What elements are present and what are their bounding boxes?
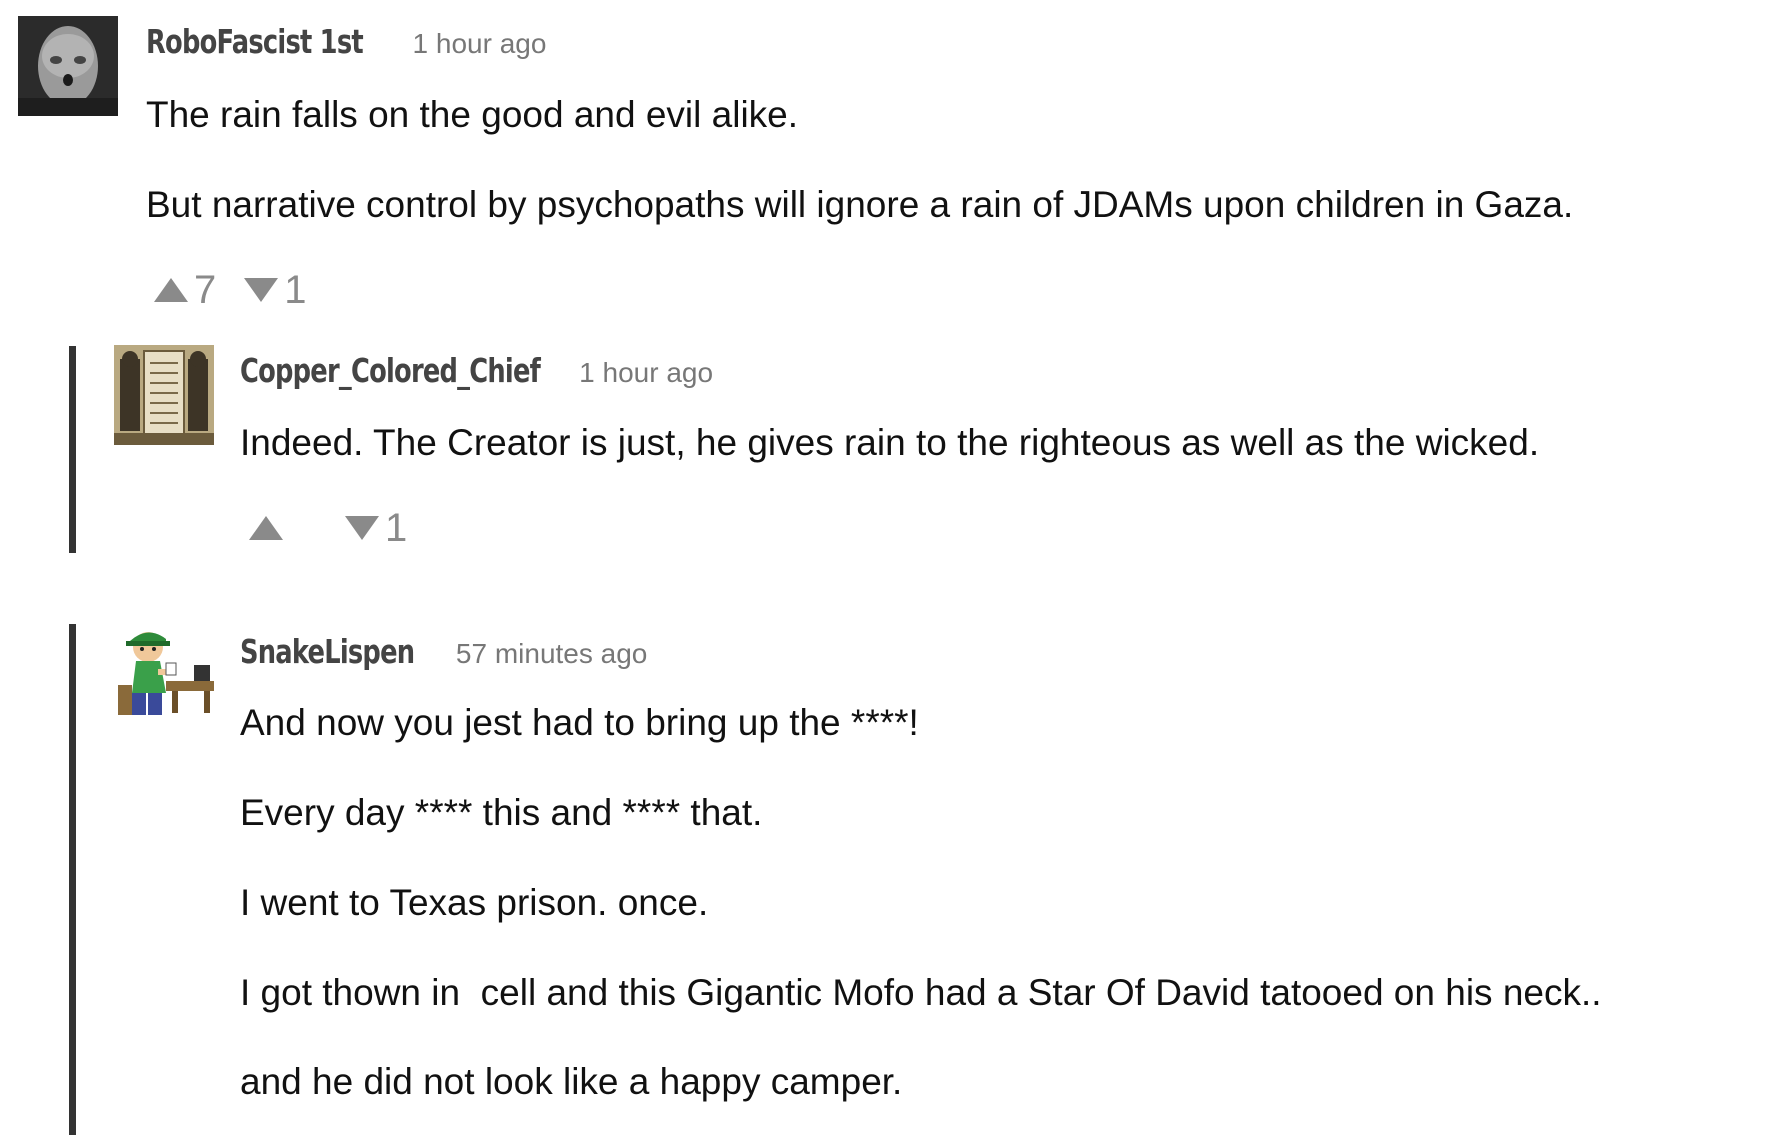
comment-paragraph: Every day **** this and **** that. (240, 792, 763, 833)
parchment-statues-avatar-icon (114, 345, 214, 445)
upvote-arrow-icon (249, 516, 283, 540)
vote-controls: 7 1 (154, 270, 307, 310)
comment-paragraph: and he did not look like a happy camper. (240, 1061, 903, 1102)
downvote-button[interactable]: 1 (244, 268, 307, 312)
comment-paragraph: The rain falls on the good and evil alik… (146, 94, 799, 135)
comment-timestamp[interactable]: 1 hour ago (413, 28, 547, 59)
comment-timestamp[interactable]: 1 hour ago (579, 357, 713, 388)
user-avatar[interactable] (114, 625, 214, 725)
comment-paragraph: Indeed. The Creator is just, he gives ra… (240, 422, 1540, 463)
vote-controls: 1 (249, 508, 407, 548)
comment-header: RoboFascist 1st 1 hour ago (146, 22, 546, 61)
comment-paragraph: But narrative control by psychopaths wil… (146, 184, 1574, 225)
downvote-arrow-icon (244, 278, 279, 302)
grey-face-avatar-icon (18, 16, 118, 116)
downvote-count: 1 (284, 268, 307, 312)
comment-paragraph: And now you jest had to bring up the ***… (240, 702, 919, 743)
comment-paragraph: I got thown in cell and this Gigantic Mo… (240, 972, 1602, 1013)
cartoon-man-at-desk-avatar-icon (114, 625, 214, 725)
comment-header: Copper_Colored_Chief 1 hour ago (240, 351, 713, 390)
comment-paragraph: I went to Texas prison. once. (240, 882, 709, 923)
username-link[interactable]: Copper_Colored_Chief (240, 351, 541, 390)
downvote-count: 1 (385, 506, 408, 550)
comment-timestamp[interactable]: 57 minutes ago (456, 638, 647, 669)
reply-thread-line (69, 624, 76, 1135)
upvote-button[interactable] (249, 516, 311, 540)
username-link[interactable]: RoboFascist 1st (146, 22, 364, 61)
user-avatar[interactable] (18, 16, 118, 116)
username-link[interactable]: SnakeLispen (240, 632, 415, 671)
upvote-button[interactable]: 7 (154, 270, 216, 310)
reply-thread-line (69, 346, 76, 553)
upvote-count: 7 (194, 268, 217, 312)
upvote-arrow-icon (154, 278, 188, 302)
downvote-button[interactable]: 1 (345, 508, 407, 548)
comment-header: SnakeLispen 57 minutes ago (240, 632, 647, 671)
downvote-arrow-icon (345, 516, 379, 540)
user-avatar[interactable] (114, 345, 214, 445)
